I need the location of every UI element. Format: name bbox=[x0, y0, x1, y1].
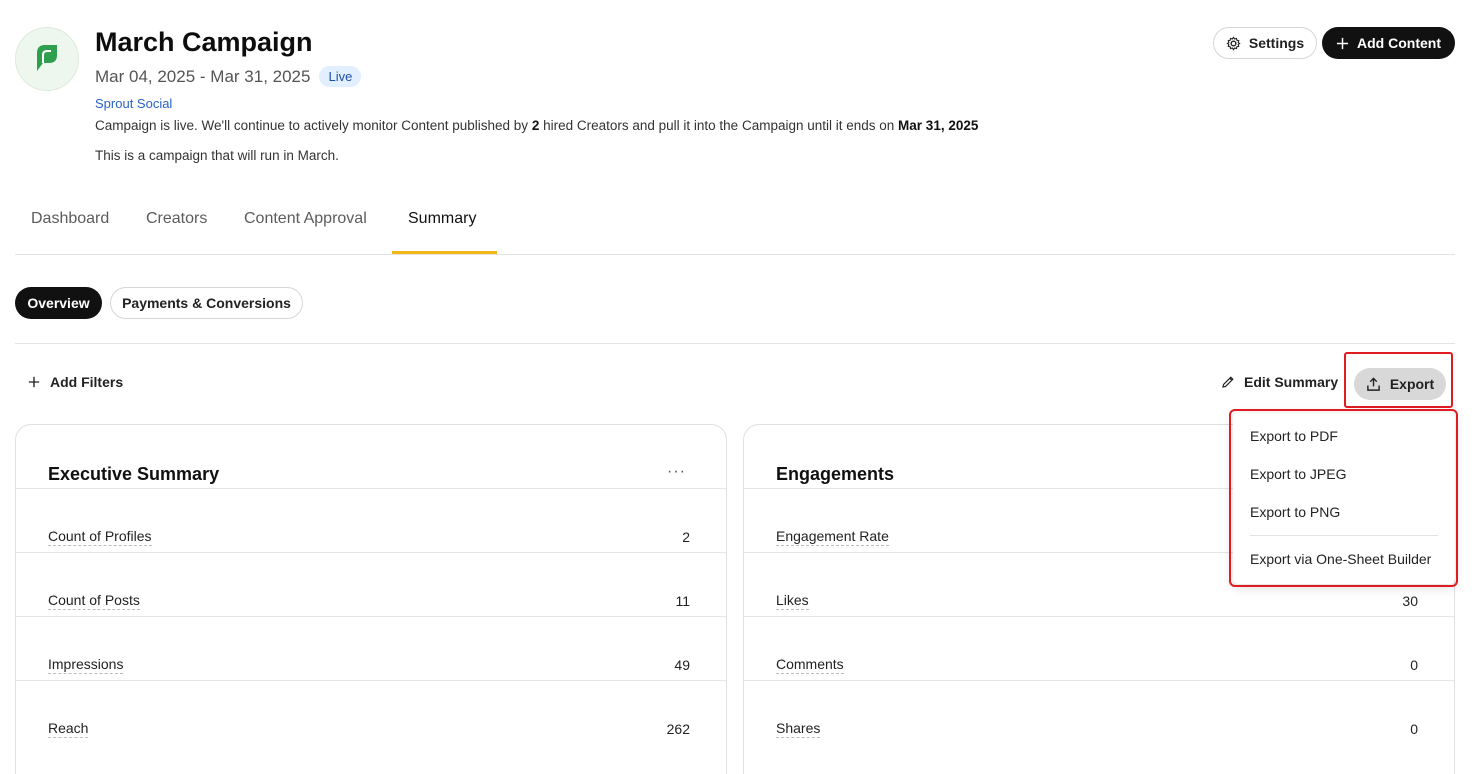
add-content-label: Add Content bbox=[1357, 35, 1441, 51]
subtab-payments-conversions[interactable]: Payments & Conversions bbox=[110, 287, 303, 319]
campaign-date-range: Mar 04, 2025 - Mar 31, 2025 Live bbox=[95, 66, 362, 87]
page-title: March Campaign bbox=[95, 27, 313, 57]
tab-content-approval[interactable]: Content Approval bbox=[244, 210, 367, 228]
main-tabs: Dashboard Creators Content Approval Summ… bbox=[15, 186, 1455, 255]
settings-label: Settings bbox=[1248, 35, 1305, 51]
status-middle: hired Creators and pull it into the Camp… bbox=[539, 118, 899, 133]
summary-row: Count of Profiles 2 bbox=[16, 425, 726, 546]
add-filters-label: Add Filters bbox=[50, 374, 124, 390]
metric-label: Shares bbox=[776, 720, 821, 738]
summary-row: Impressions 49 bbox=[16, 553, 726, 674]
edit-summary-button[interactable]: Edit Summary bbox=[1221, 374, 1338, 390]
active-tab-indicator bbox=[392, 251, 497, 254]
tab-dashboard[interactable]: Dashboard bbox=[31, 210, 109, 228]
dropdown-highlight-box bbox=[1229, 409, 1458, 587]
metric-value: 0 bbox=[1410, 721, 1418, 737]
section-divider bbox=[15, 343, 1455, 344]
status-badge: Live bbox=[319, 66, 362, 87]
summary-row: Shares 0 bbox=[744, 617, 1454, 738]
campaign-description: This is a campaign that will run in Marc… bbox=[95, 148, 339, 163]
add-content-button[interactable]: Add Content bbox=[1322, 27, 1455, 59]
plus-icon bbox=[1336, 37, 1349, 49]
settings-button[interactable]: Settings bbox=[1213, 27, 1317, 59]
end-date: Mar 31, 2025 bbox=[898, 118, 979, 133]
metric-label: Reach bbox=[48, 720, 89, 738]
tab-creators[interactable]: Creators bbox=[146, 210, 207, 228]
edit-summary-label: Edit Summary bbox=[1244, 374, 1339, 390]
pencil-icon bbox=[1222, 376, 1234, 388]
executive-summary-card: Executive Summary ··· Count of Profiles … bbox=[15, 424, 727, 774]
campaign-status-text: Campaign is live. We'll continue to acti… bbox=[95, 118, 978, 133]
subtab-overview[interactable]: Overview bbox=[15, 287, 102, 319]
tab-summary[interactable]: Summary bbox=[408, 210, 476, 228]
metric-value: 262 bbox=[666, 721, 690, 737]
gear-icon bbox=[1226, 35, 1241, 51]
date-range-text: Mar 04, 2025 - Mar 31, 2025 bbox=[95, 66, 311, 86]
plus-icon bbox=[28, 376, 40, 388]
export-highlight-box bbox=[1344, 352, 1453, 408]
campaign-logo bbox=[15, 27, 79, 91]
status-prefix: Campaign is live. We'll continue to acti… bbox=[95, 118, 532, 133]
add-filters-button[interactable]: Add Filters bbox=[28, 374, 123, 390]
summary-row: Count of Posts 11 bbox=[16, 489, 726, 610]
organization-link[interactable]: Sprout Social bbox=[95, 96, 172, 111]
summary-row: Reach 262 bbox=[16, 617, 726, 738]
sprout-leaf-icon bbox=[37, 45, 57, 71]
